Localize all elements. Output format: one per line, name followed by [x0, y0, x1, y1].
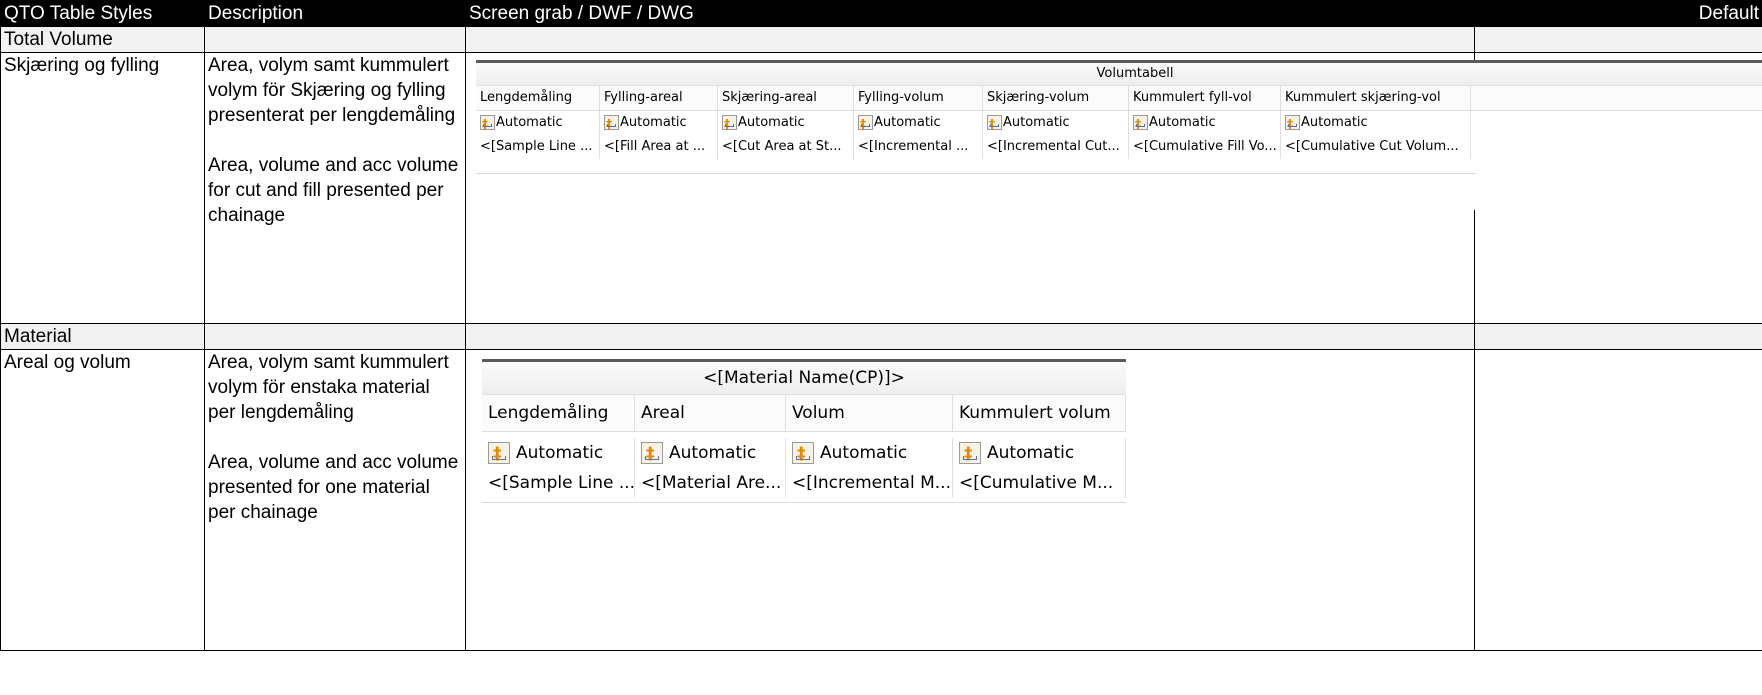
grab-automatic-row: Automatic Automatic Automatic Automatic …	[476, 111, 1762, 135]
automatic-format-icon	[987, 112, 1002, 135]
grab-column-header: Volum	[786, 395, 953, 431]
automatic-format-icon	[858, 112, 873, 135]
description-cell: Area, volym samt kummulert volym för ens…	[204, 349, 466, 651]
automatic-format-icon	[480, 112, 495, 135]
automatic-label: Automatic	[620, 115, 687, 130]
section-empty	[204, 26, 466, 53]
grab-column-header: Lengdemåling	[476, 86, 600, 110]
automatic-format-icon	[1133, 112, 1148, 135]
screen-grab-cell: <[Material Name(CP)]> Lengdemåling Areal…	[465, 349, 1475, 651]
screen-grab-cell: Volumtabell Lengdemåling Fylling-areal S…	[465, 52, 1762, 324]
grab-column-header: Fylling-areal	[600, 86, 718, 110]
grab-automatic-row: Automatic Automatic Automatic Automatic	[482, 438, 1126, 468]
section-empty	[465, 323, 1475, 350]
section-row-total-volume: Total Volume	[0, 26, 1762, 53]
grab-value: <[Cumulative Fill Vo...	[1129, 135, 1281, 159]
grab-value: <[Sample Line ...	[482, 468, 635, 498]
qto-table-styles-table: QTO Table Styles Description Screen grab…	[0, 0, 1762, 651]
description-norwegian: Area, volym samt kummulert volym för Skj…	[208, 55, 456, 126]
header-qto-table-styles: QTO Table Styles	[0, 0, 205, 27]
style-name: Areal og volum	[0, 349, 205, 651]
automatic-format-icon	[792, 439, 814, 468]
grab-column-header: Areal	[635, 395, 786, 431]
automatic-label: Automatic	[987, 443, 1075, 463]
section-empty	[465, 26, 1475, 53]
grab-title: <[Material Name(CP)]>	[482, 362, 1126, 395]
table-row-skjaering-og-fylling: Skjæring og fylling Area, volym samt kum…	[0, 52, 1762, 324]
grab-column-header: Lengdemåling	[482, 395, 635, 431]
automatic-label: Automatic	[738, 115, 805, 130]
grab-value: <[Sample Line ...	[476, 135, 600, 159]
material-screen-grab: <[Material Name(CP)]> Lengdemåling Areal…	[482, 359, 1126, 503]
grab-column-header: Kummulert fyll-vol	[1129, 86, 1281, 110]
description-norwegian: Area, volym samt kummulert volym för ens…	[208, 352, 449, 423]
automatic-label: Automatic	[820, 443, 908, 463]
description-english: Area, volume and acc volume presented fo…	[208, 452, 459, 523]
grab-column-header: Skjæring-areal	[718, 86, 854, 110]
grab-value: <[Incremental M...	[786, 468, 953, 498]
automatic-format-icon	[722, 112, 737, 135]
header-row: QTO Table Styles Description Screen grab…	[0, 0, 1762, 27]
header-default: Default	[1474, 0, 1762, 27]
volumtabell-screen-grab: Volumtabell Lengdemåling Fylling-areal S…	[476, 60, 1762, 210]
style-name: Skjæring og fylling	[0, 52, 205, 324]
section-empty	[204, 323, 466, 350]
automatic-format-icon	[488, 439, 510, 468]
description-english: Area, volume and acc volume for cut and …	[208, 155, 459, 226]
automatic-label: Automatic	[1149, 115, 1216, 130]
automatic-format-icon	[604, 112, 619, 135]
grab-value-row: <[Sample Line ... <[Fill Area at ... <[C…	[476, 135, 1762, 159]
automatic-label: Automatic	[496, 115, 563, 130]
automatic-label: Automatic	[669, 443, 757, 463]
grab-value: <[Incremental Cut...	[983, 135, 1129, 159]
grab-column-header: Kummulert volum	[953, 395, 1126, 431]
automatic-label: Automatic	[1003, 115, 1070, 130]
automatic-label: Automatic	[1301, 115, 1368, 130]
section-row-material: Material	[0, 323, 1762, 350]
grab-value: <[Cumulative Cut Volum...	[1281, 135, 1471, 159]
automatic-label: Automatic	[874, 115, 941, 130]
grab-title: Volumtabell	[476, 63, 1762, 86]
header-screen-grab: Screen grab / DWF / DWG	[465, 0, 1475, 27]
grab-value: <[Incremental ...	[854, 135, 983, 159]
grab-column-header: Kummulert skjæring-vol	[1281, 86, 1471, 110]
default-cell	[1474, 349, 1762, 651]
grab-header-row: Lengdemåling Fylling-areal Skjæring-area…	[476, 86, 1762, 111]
section-label: Total Volume	[0, 26, 205, 53]
automatic-format-icon	[641, 439, 663, 468]
grab-value: <[Cut Area at St...	[718, 135, 854, 159]
section-empty	[1474, 323, 1762, 350]
grab-column-header: Skjæring-volum	[983, 86, 1129, 110]
header-description: Description	[204, 0, 466, 27]
automatic-format-icon	[959, 439, 981, 468]
section-label: Material	[0, 323, 205, 350]
section-empty	[1474, 26, 1762, 53]
automatic-format-icon	[1285, 112, 1300, 135]
grab-value: <[Cumulative M...	[953, 468, 1126, 498]
grab-value: <[Material Are...	[635, 468, 786, 498]
description-cell: Area, volym samt kummulert volym för Skj…	[204, 52, 466, 324]
table-row-areal-og-volum: Areal og volum Area, volym samt kummuler…	[0, 349, 1762, 651]
grab-column-header: Fylling-volum	[854, 86, 983, 110]
grab-header-row: Lengdemåling Areal Volum Kummulert volum	[482, 395, 1126, 432]
grab-value-row: <[Sample Line ... <[Material Are... <[In…	[482, 468, 1126, 498]
grab-value: <[Fill Area at ...	[600, 135, 718, 159]
automatic-label: Automatic	[516, 443, 604, 463]
